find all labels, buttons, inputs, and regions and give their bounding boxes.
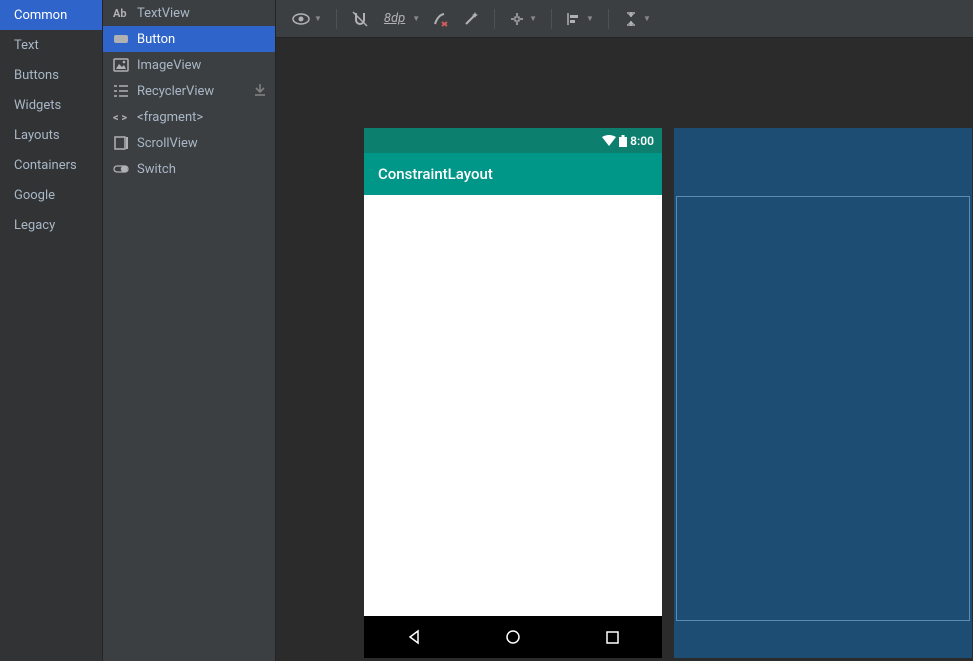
align-button[interactable]: ▼ xyxy=(562,7,598,31)
home-icon[interactable] xyxy=(505,629,521,645)
pack-icon xyxy=(623,11,639,27)
default-margins-button[interactable]: 8dp ▼ xyxy=(377,7,424,30)
recyclerview-icon xyxy=(113,83,129,99)
palette-item-label: <fragment> xyxy=(137,110,203,125)
palette-item-label: TextView xyxy=(137,6,190,21)
wifi-icon xyxy=(602,135,616,146)
chevron-down-icon: ▼ xyxy=(529,14,537,23)
category-sidebar: CommonTextButtonsWidgetsLayoutsContainer… xyxy=(0,0,103,661)
view-options-button[interactable]: ▼ xyxy=(288,8,326,30)
svg-text:Ab: Ab xyxy=(113,7,127,20)
palette-item-switch[interactable]: Switch xyxy=(103,156,275,182)
fragment-icon: < > xyxy=(113,109,129,125)
clear-constraints-button[interactable] xyxy=(428,6,454,32)
palette-item-scrollview[interactable]: ScrollView xyxy=(103,130,275,156)
magnet-off-icon xyxy=(351,10,369,28)
device-preview[interactable]: 8:00 ConstraintLayout xyxy=(364,128,662,658)
palette-sidebar: Ab TextView Button ImageView RecyclerView < >… xyxy=(103,0,276,661)
palette-item-imageview[interactable]: ImageView xyxy=(103,52,275,78)
status-time: 8:00 xyxy=(630,134,654,148)
scrollview-icon xyxy=(113,135,129,151)
category-item-google[interactable]: Google xyxy=(0,180,102,210)
magic-wand-icon xyxy=(462,10,480,28)
category-item-common[interactable]: Common xyxy=(0,0,102,30)
category-item-text[interactable]: Text xyxy=(0,30,102,60)
design-toolbar: ▼ 8dp ▼ xyxy=(276,0,973,38)
textview-icon: Ab xyxy=(113,5,129,21)
guidelines-button[interactable]: ▼ xyxy=(505,7,541,31)
palette-item-label: Button xyxy=(137,32,175,47)
guidelines-icon xyxy=(509,11,525,27)
category-item-widgets[interactable]: Widgets xyxy=(0,90,102,120)
align-icon xyxy=(566,11,582,27)
svg-text:< >: < > xyxy=(113,111,127,124)
palette-item-button[interactable]: Button xyxy=(103,26,275,52)
recents-icon[interactable] xyxy=(605,630,620,645)
layout-body[interactable] xyxy=(364,195,662,616)
blueprint-body[interactable] xyxy=(676,196,970,621)
app-bar: ConstraintLayout xyxy=(364,153,662,195)
switch-icon xyxy=(113,161,129,177)
button-icon xyxy=(113,31,129,47)
status-bar: 8:00 xyxy=(364,128,662,153)
palette-item-label: ImageView xyxy=(137,58,201,73)
palette-item-label: Switch xyxy=(137,162,176,177)
chevron-down-icon: ▼ xyxy=(643,14,651,23)
clear-constraints-icon xyxy=(432,10,450,28)
back-icon[interactable] xyxy=(406,629,422,645)
palette-item-label: RecyclerView xyxy=(137,84,214,99)
palette-item-textview[interactable]: Ab TextView xyxy=(103,0,275,26)
preview-area[interactable]: 8:00 ConstraintLayout xyxy=(276,38,973,661)
palette-item-label: ScrollView xyxy=(137,136,198,151)
palette-item-recyclerview[interactable]: RecyclerView xyxy=(103,78,275,104)
autoconnect-toggle-button[interactable] xyxy=(347,6,373,32)
download-icon[interactable] xyxy=(253,83,267,101)
category-item-legacy[interactable]: Legacy xyxy=(0,210,102,240)
pack-button[interactable]: ▼ xyxy=(619,7,655,31)
imageview-icon xyxy=(113,57,129,73)
infer-constraints-button[interactable] xyxy=(458,6,484,32)
design-canvas: ▼ 8dp ▼ xyxy=(276,0,973,661)
category-item-buttons[interactable]: Buttons xyxy=(0,60,102,90)
category-item-layouts[interactable]: Layouts xyxy=(0,120,102,150)
app-title: ConstraintLayout xyxy=(378,165,493,183)
nav-bar xyxy=(364,616,662,658)
category-item-containers[interactable]: Containers xyxy=(0,150,102,180)
eye-icon xyxy=(292,12,310,26)
blueprint-preview[interactable] xyxy=(674,128,972,658)
battery-icon xyxy=(619,135,627,147)
palette-item-fragment[interactable]: < > <fragment> xyxy=(103,104,275,130)
chevron-down-icon: ▼ xyxy=(412,14,420,23)
chevron-down-icon: ▼ xyxy=(586,14,594,23)
chevron-down-icon: ▼ xyxy=(314,14,322,23)
